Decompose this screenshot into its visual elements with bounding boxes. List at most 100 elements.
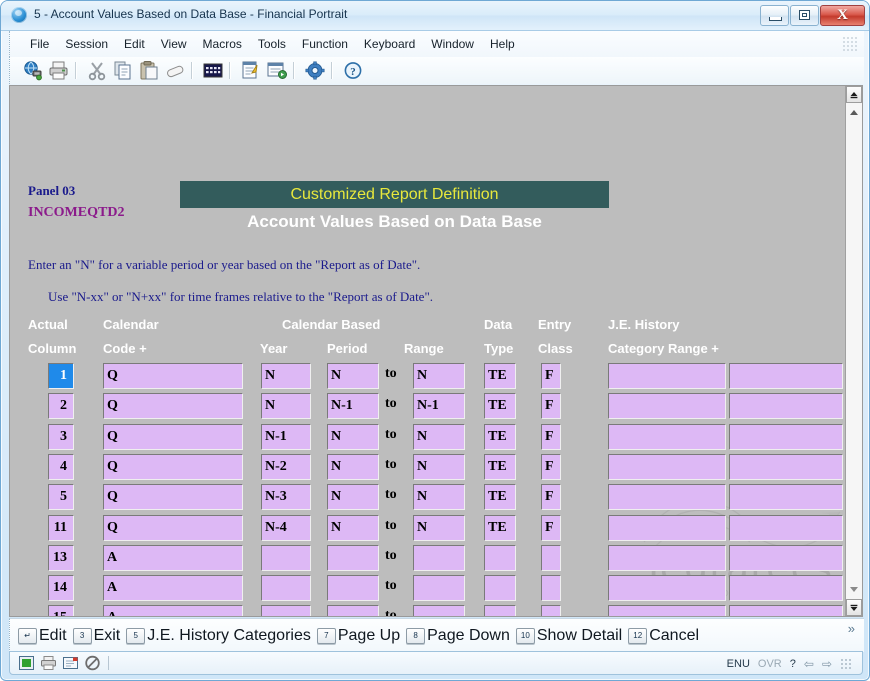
calendar-code-field[interactable]: A	[103, 545, 243, 571]
je-category-to-field[interactable]	[729, 424, 843, 450]
je-category-from-field[interactable]	[608, 484, 726, 510]
entry-class-field[interactable]: F	[541, 515, 561, 541]
data-type-field[interactable]: TE	[484, 424, 516, 450]
calendar-range-field[interactable]	[413, 605, 465, 616]
calendar-period-field[interactable]	[327, 545, 379, 571]
function-key-page-down[interactable]: 8 Page Down	[406, 627, 510, 645]
je-category-to-field[interactable]	[729, 484, 843, 510]
je-category-to-field[interactable]	[729, 393, 843, 419]
calendar-year-field[interactable]	[261, 605, 311, 616]
data-type-field[interactable]	[484, 575, 516, 601]
data-type-field[interactable]: TE	[484, 393, 516, 419]
calendar-year-field[interactable]: N-1	[261, 424, 311, 450]
function-key-overflow-chevron[interactable]: »	[848, 621, 855, 636]
function-key-j-e-history-categories[interactable]: 5 J.E. History Categories	[126, 627, 311, 645]
menu-macros[interactable]: Macros	[195, 34, 250, 54]
calendar-period-field[interactable]	[327, 605, 379, 616]
resize-grip-icon[interactable]	[840, 658, 852, 670]
entry-class-field[interactable]: F	[541, 393, 561, 419]
eraser-icon[interactable]	[164, 60, 186, 81]
menu-tools[interactable]: Tools	[250, 34, 294, 54]
entry-class-field[interactable]	[541, 545, 561, 571]
session-connected-icon[interactable]	[18, 655, 35, 671]
menu-help[interactable]: Help	[482, 34, 523, 54]
calendar-code-field[interactable]: Q	[103, 424, 243, 450]
no-entry-icon[interactable]	[84, 655, 101, 671]
je-category-from-field[interactable]	[608, 393, 726, 419]
data-type-field[interactable]: TE	[484, 484, 516, 510]
calendar-period-field[interactable]: N	[327, 484, 379, 510]
entry-class-field[interactable]: F	[541, 454, 561, 480]
help-question-icon[interactable]: ?	[342, 60, 364, 81]
calendar-range-field[interactable]: N	[413, 363, 465, 389]
menu-window[interactable]: Window	[423, 34, 482, 54]
copy-icon[interactable]	[112, 60, 134, 81]
run-macro-icon[interactable]	[266, 60, 288, 81]
entry-class-field[interactable]: F	[541, 363, 561, 389]
paste-icon[interactable]	[138, 60, 160, 81]
je-category-from-field[interactable]	[608, 424, 726, 450]
je-category-from-field[interactable]	[608, 605, 726, 616]
actual-column-field[interactable]: 11	[48, 515, 74, 541]
je-category-from-field[interactable]	[608, 545, 726, 571]
je-category-to-field[interactable]	[729, 515, 843, 541]
maximize-button[interactable]	[790, 5, 819, 26]
actual-column-field[interactable]: 15	[48, 605, 74, 616]
calendar-code-field[interactable]: Q	[103, 454, 243, 480]
function-key-page-up[interactable]: 7 Page Up	[316, 627, 400, 645]
printer-icon[interactable]	[40, 655, 57, 671]
menu-function[interactable]: Function	[294, 34, 356, 54]
data-type-field[interactable]	[484, 545, 516, 571]
je-category-from-field[interactable]	[608, 363, 726, 389]
actual-column-field[interactable]: 13	[48, 545, 74, 571]
cut-scissors-icon[interactable]	[86, 60, 108, 81]
actual-column-field[interactable]: 4	[48, 454, 74, 480]
function-key-exit[interactable]: 3 Exit	[72, 627, 120, 645]
actual-column-field[interactable]: 3	[48, 424, 74, 450]
entry-class-field[interactable]: F	[541, 424, 561, 450]
calendar-year-field[interactable]	[261, 545, 311, 571]
host-icon[interactable]	[62, 655, 79, 671]
data-type-field[interactable]: TE	[484, 515, 516, 541]
scroll-track[interactable]	[846, 103, 862, 599]
calendar-range-field[interactable]: N	[413, 515, 465, 541]
calendar-year-field[interactable]	[261, 575, 311, 601]
menu-file[interactable]: File	[22, 34, 57, 54]
terminal-vertical-scrollbar[interactable]	[845, 86, 862, 616]
actual-column-field[interactable]: 1	[48, 363, 74, 389]
data-type-field[interactable]: TE	[484, 363, 516, 389]
calendar-year-field[interactable]: N-3	[261, 484, 311, 510]
calendar-code-field[interactable]: Q	[103, 363, 243, 389]
calendar-period-field[interactable]	[327, 575, 379, 601]
je-category-to-field[interactable]	[729, 545, 843, 571]
edit-macro-icon[interactable]	[240, 60, 262, 81]
minimize-button[interactable]	[760, 5, 789, 26]
je-category-from-field[interactable]	[608, 454, 726, 480]
entry-class-field[interactable]	[541, 575, 561, 601]
function-key-show-detail[interactable]: 10 Show Detail	[515, 627, 622, 645]
actual-column-field[interactable]: 2	[48, 393, 74, 419]
status-help[interactable]: ?	[790, 658, 796, 670]
calendar-period-field[interactable]: N	[327, 424, 379, 450]
calendar-code-field[interactable]: Q	[103, 393, 243, 419]
status-overwrite[interactable]: OVR	[758, 658, 782, 670]
menu-session[interactable]: Session	[57, 34, 116, 54]
actual-column-field[interactable]: 5	[48, 484, 74, 510]
entry-class-field[interactable]: F	[541, 484, 561, 510]
data-type-field[interactable]: TE	[484, 454, 516, 480]
status-forward-arrow-icon[interactable]: ⇨	[822, 657, 832, 671]
calendar-range-field[interactable]: N	[413, 484, 465, 510]
status-back-arrow-icon[interactable]: ⇦	[804, 657, 814, 671]
menu-view[interactable]: View	[153, 34, 195, 54]
je-category-to-field[interactable]	[729, 454, 843, 480]
calendar-code-field[interactable]: Q	[103, 484, 243, 510]
menu-keyboard[interactable]: Keyboard	[356, 34, 423, 54]
scroll-down-button[interactable]	[846, 599, 862, 616]
calendar-code-field[interactable]: Q	[103, 515, 243, 541]
settings-gear-icon[interactable]	[304, 60, 326, 81]
calendar-period-field[interactable]: N-1	[327, 393, 379, 419]
function-key-cancel[interactable]: 12 Cancel	[628, 627, 699, 645]
calendar-range-field[interactable]: N	[413, 454, 465, 480]
je-category-from-field[interactable]	[608, 515, 726, 541]
connect-globe-icon[interactable]	[22, 60, 44, 81]
